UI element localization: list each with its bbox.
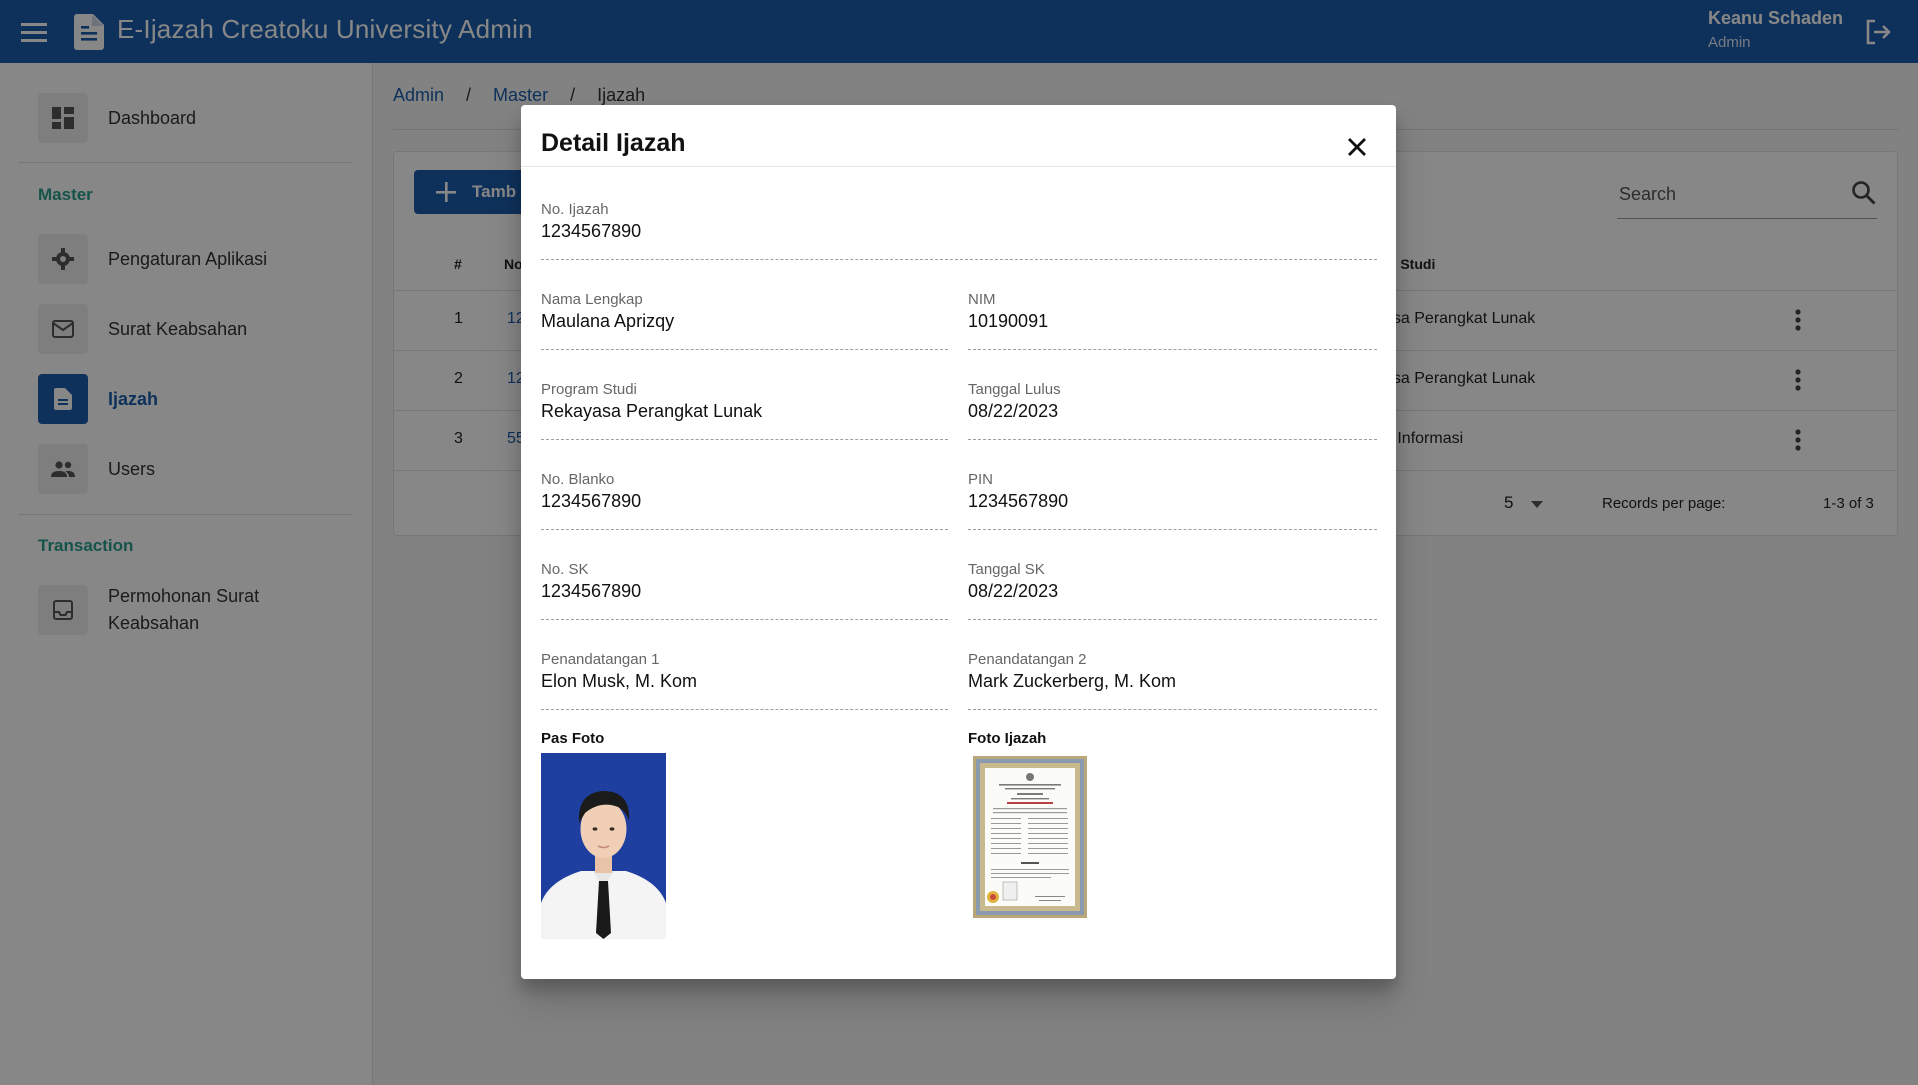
field-nim: NIM 10190091 — [968, 291, 1377, 350]
field-tanggal-sk: Tanggal SK 08/22/2023 — [968, 561, 1377, 620]
pas-foto-label: Pas Foto — [541, 730, 605, 747]
field-program-studi: Program Studi Rekayasa Perangkat Lunak — [541, 381, 948, 440]
field-value: 08/22/2023 — [968, 581, 1059, 601]
dialog-title: Detail Ijazah — [541, 129, 686, 157]
field-nama-lengkap: Nama Lengkap Maulana Aprizqy — [541, 291, 948, 350]
field-label: No. SK — [541, 561, 589, 578]
field-penandatangan-2: Penandatangan 2 Mark Zuckerberg, M. Kom — [968, 651, 1377, 710]
field-value: Elon Musk, M. Kom — [541, 671, 698, 691]
field-no-ijazah: No. Ijazah 1234567890 — [541, 201, 1377, 260]
foto-ijazah-image[interactable] — [973, 756, 1087, 918]
field-value: Maulana Aprizqy — [541, 311, 675, 331]
field-label: Tanggal Lulus — [968, 381, 1061, 398]
field-tanggal-lulus: Tanggal Lulus 08/22/2023 — [968, 381, 1377, 440]
field-label: No. Blanko — [541, 471, 615, 488]
field-pin: PIN 1234567890 — [968, 471, 1377, 530]
field-value: Mark Zuckerberg, M. Kom — [968, 671, 1177, 691]
field-value: 1234567890 — [541, 491, 642, 511]
field-value: 1234567890 — [541, 581, 642, 601]
field-penandatangan-1: Penandatangan 1 Elon Musk, M. Kom — [541, 651, 948, 710]
field-label: PIN — [968, 471, 994, 488]
field-value: 10190091 — [968, 311, 1049, 331]
close-icon[interactable] — [1339, 129, 1375, 165]
field-value: 1234567890 — [968, 491, 1069, 511]
field-value: 08/22/2023 — [968, 401, 1059, 421]
field-value: 1234567890 — [541, 221, 642, 241]
foto-ijazah-label: Foto Ijazah — [968, 730, 1047, 747]
field-label: Penandatangan 1 — [541, 651, 660, 668]
detail-ijazah-dialog: Detail Ijazah No. Ijazah 1234567890 Nama… — [521, 105, 1396, 979]
field-label: No. Ijazah — [541, 201, 609, 218]
field-label: Nama Lengkap — [541, 291, 643, 308]
field-label: Tanggal SK — [968, 561, 1045, 578]
field-value: Rekayasa Perangkat Lunak — [541, 401, 763, 421]
field-label: Program Studi — [541, 381, 637, 398]
pas-foto-image[interactable] — [541, 753, 666, 939]
field-label: NIM — [968, 291, 996, 308]
dialog-header-divider — [521, 166, 1396, 167]
field-label: Penandatangan 2 — [968, 651, 1087, 668]
field-no-blanko: No. Blanko 1234567890 — [541, 471, 948, 530]
field-no-sk: No. SK 1234567890 — [541, 561, 948, 620]
